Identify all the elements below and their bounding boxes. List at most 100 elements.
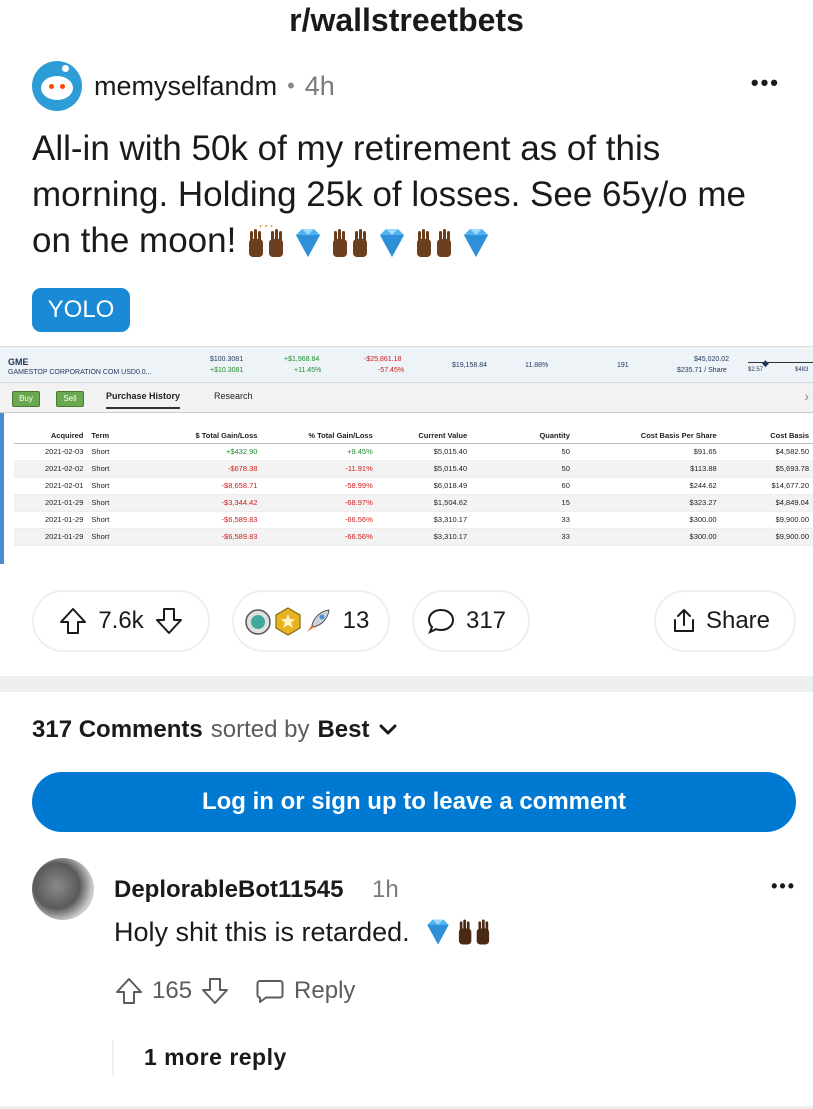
commenter-avatar[interactable] (32, 858, 94, 920)
commenter-username[interactable]: DeplorableBot11545 (114, 876, 343, 904)
table-cell: $300.00 (573, 511, 721, 529)
tab-research[interactable]: Research (214, 391, 253, 401)
downvote-icon[interactable] (154, 606, 184, 636)
comment-bubble-icon (427, 608, 454, 634)
chevron-right-icon[interactable]: › (804, 388, 809, 404)
table-row[interactable]: 2021-02-01 Short -$8,658.71 -58.99% $6,018.4… (14, 477, 813, 495)
ticker: GME (8, 357, 29, 367)
col-header: $ Total Gain/Loss (171, 429, 262, 444)
table-cell: $9,900.00 (720, 511, 813, 529)
login-signup-button[interactable]: Log in or sign up to leave a comment (32, 772, 796, 832)
account-pct: 11.88% (525, 362, 549, 369)
table-cell: -66.56% (261, 511, 377, 529)
raised-hands-icon (417, 228, 452, 257)
table-cell: 60 (471, 477, 574, 495)
table-cell: Short (87, 443, 172, 461)
reply-icon[interactable] (254, 976, 286, 1006)
table-cell: Short (87, 528, 172, 546)
gem-icon (380, 228, 405, 257)
total-gain: -$25,861.18 (364, 356, 402, 363)
avatar-eye (60, 84, 65, 89)
table-cell: $14,677.20 (720, 477, 813, 495)
post-action-bar: 7.6k 13 317 Share (32, 590, 796, 652)
range-low: $2.57 (748, 367, 764, 373)
upvote-icon[interactable] (114, 976, 144, 1006)
chevron-down-icon[interactable] (375, 719, 401, 741)
gem-icon (426, 919, 449, 945)
table-cell: Short (87, 460, 172, 478)
buy-button[interactable]: Buy (12, 391, 40, 407)
table-cell: -$3,344.42 (171, 494, 262, 512)
avatar-antenna (62, 65, 69, 72)
col-header: % Total Gain/Loss (261, 429, 377, 444)
post-username[interactable]: memyselfandm (94, 71, 277, 102)
table-row[interactable]: 2021-02-03 Short +$432.90 +9.45% $5,015.40 50… (14, 443, 813, 461)
table-cell: $5,693.78 (720, 460, 813, 478)
subreddit-title[interactable]: r/wallstreetbets (0, 0, 813, 40)
col-header: Quantity (471, 429, 574, 444)
table-cell: -66.56% (261, 528, 377, 546)
table-cell: Short (87, 494, 172, 512)
post-title-emojis (246, 224, 496, 261)
total-gain-pct: -57.45% (378, 367, 405, 374)
table-cell: 33 (471, 528, 574, 546)
awards-button[interactable]: 13 (232, 590, 390, 652)
post-title[interactable]: All-in with 50k of my retirement as of t… (32, 126, 792, 264)
sort-select[interactable]: Best (317, 716, 369, 744)
table-row[interactable]: 2021-01-29 Short -$6,589.83 -66.56% $3,310.1… (14, 511, 813, 529)
award-medal-icon (244, 609, 271, 635)
current-value: $19,158.84 (452, 362, 488, 369)
table-row[interactable]: 2021-01-29 Short -$6,589.83 -66.56% $3,310.1… (14, 528, 813, 546)
table-body: 2021-02-03 Short +$432.90 +9.45% $5,015.40 50… (14, 443, 813, 546)
col-header: Current Value (376, 429, 472, 444)
last-price: $100.3081 (210, 356, 244, 363)
table-cell: -$6,589.83 (171, 511, 262, 529)
reply-button[interactable]: Reply (294, 977, 355, 1005)
more-replies-link[interactable]: 1 more reply (144, 1044, 287, 1071)
table-cell: $6,018.49 (376, 477, 472, 495)
cost-per-share: $235.71 / Share (677, 367, 727, 374)
upvote-icon[interactable] (58, 606, 88, 636)
price-change: +$10.3081 (210, 367, 244, 374)
range-bar (748, 362, 813, 363)
comment-actions: 165 Reply (114, 976, 363, 1006)
table-cell: 2021-01-29 (14, 511, 88, 529)
sell-button[interactable]: Sell (56, 391, 84, 407)
table-cell: -68.97% (261, 494, 377, 512)
table-cell: $4,849.04 (720, 494, 813, 512)
thread-line (112, 1040, 114, 1076)
table-header-row: Acquired Term $ Total Gain/Loss % Total … (14, 429, 813, 444)
section-divider (0, 676, 813, 692)
downvote-icon[interactable] (200, 976, 230, 1006)
day-gain: +$1,968.84 (284, 356, 320, 363)
comment-vote-count: 165 (152, 977, 193, 1004)
user-avatar[interactable] (32, 61, 82, 111)
rocket-icon (306, 609, 330, 632)
position-summary: GME GAMESTOP CORPORATION COM USD0.0... $… (0, 347, 813, 383)
table-cell: 2021-01-29 (14, 494, 88, 512)
company-name: GAMESTOP CORPORATION COM USD0.0... (8, 369, 152, 376)
tab-purchase-history[interactable]: Purchase History (106, 391, 181, 409)
position-quantity: 191 (617, 362, 629, 369)
table-cell: 2021-02-02 (14, 460, 88, 478)
more-options-icon[interactable]: ••• (751, 70, 780, 96)
comments-button[interactable]: 317 (412, 590, 530, 652)
table-row[interactable]: 2021-01-29 Short -$3,344.42 -68.97% $1,504.6… (14, 494, 813, 512)
comment-count: 317 (465, 607, 507, 634)
table-cell: $3,310.17 (376, 528, 472, 546)
comment-age: 1h (372, 876, 399, 903)
table-cell: $9,900.00 (720, 528, 813, 546)
table-row[interactable]: 2021-02-02 Short -$678.38 -11.91% $5,015.40 5… (14, 460, 813, 478)
table-cell: $113.88 (573, 460, 721, 478)
post-age: 4h (304, 70, 335, 101)
range-marker: ◆ (762, 358, 769, 368)
col-header: Term (87, 429, 172, 444)
post-image[interactable]: GME GAMESTOP CORPORATION COM USD0.0... $… (0, 346, 813, 564)
sorted-by-label: sorted by (210, 716, 310, 743)
post-flair[interactable]: YOLO (32, 288, 130, 332)
comment-more-icon[interactable]: ••• (771, 876, 796, 897)
table-cell: 2021-01-29 (14, 528, 88, 546)
comment-text: Holy shit this is retarded. (114, 916, 410, 947)
table-cell: -58.99% (261, 477, 377, 495)
share-button[interactable]: Share (654, 590, 796, 652)
